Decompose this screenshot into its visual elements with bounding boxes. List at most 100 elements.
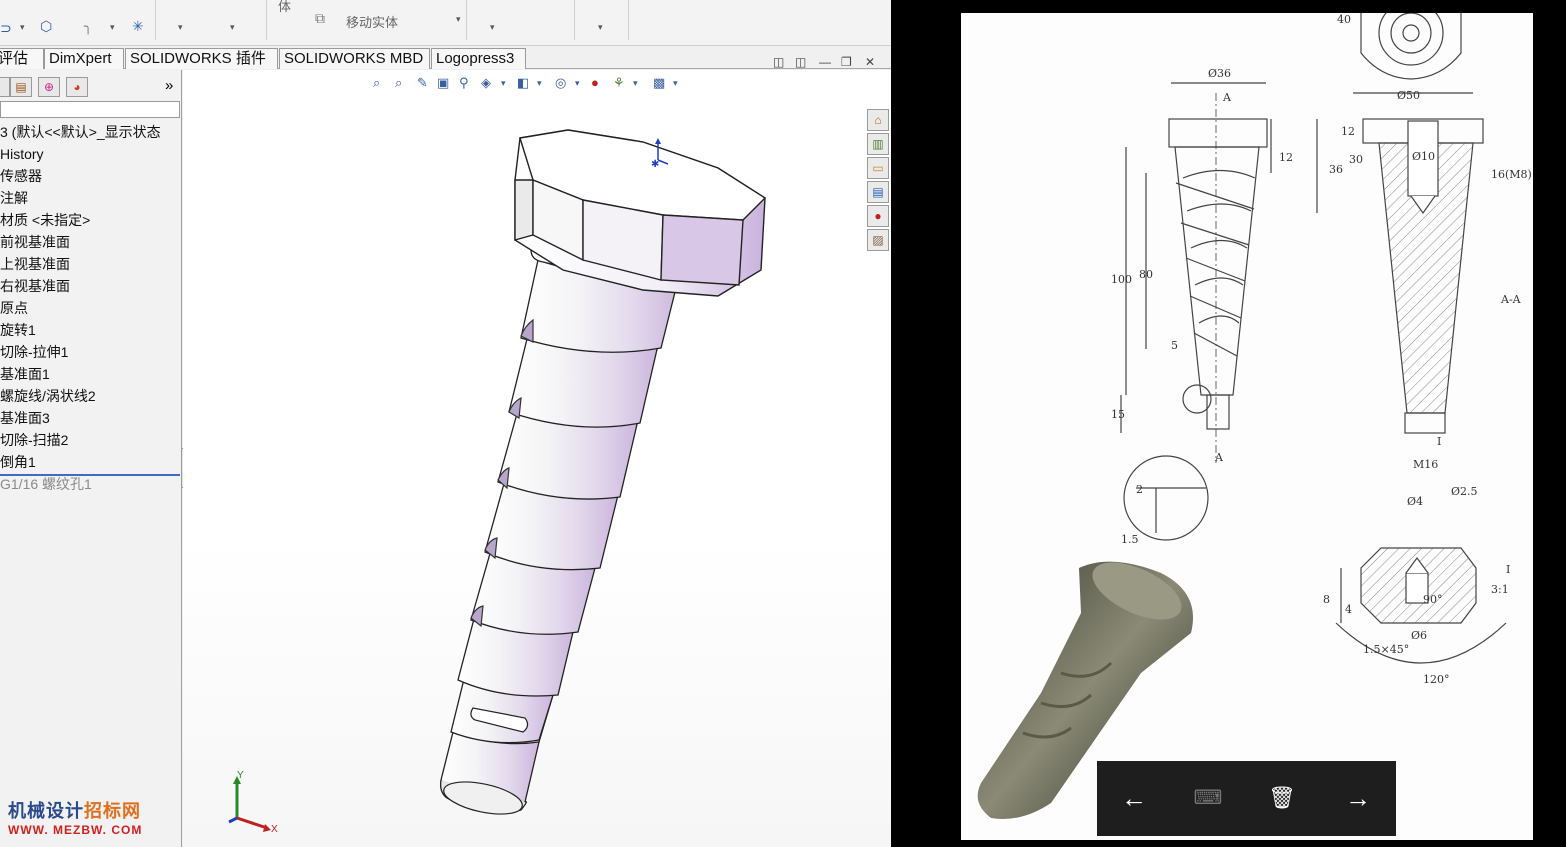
chevron-down-icon[interactable]: ▾ — [178, 22, 183, 33]
tab-logopress[interactable]: Logopress3 — [431, 48, 526, 69]
dim-text: 4 — [1345, 603, 1352, 616]
delete-icon[interactable]: 🗑 — [1267, 784, 1297, 814]
dim-text: 40 — [1337, 13, 1351, 26]
close-icon[interactable]: ✕ — [865, 55, 875, 69]
dim-text: M16 — [1413, 458, 1438, 471]
tab-dimxpert[interactable]: DimXpert — [44, 48, 124, 69]
resources-icon[interactable]: ▥ — [867, 133, 889, 155]
viewer-toolbar: ← ⌨ 🗑 → — [1097, 761, 1396, 836]
part-model[interactable]: ✱ — [413, 120, 773, 830]
fillet-icon[interactable]: ╮ — [84, 18, 92, 35]
dim-text: 5 — [1171, 339, 1178, 352]
feature-manager: ▤ ⊕ ◕ » 3 (默认<<默认>_显示状态 History 传感器 注解 材… — [0, 70, 182, 847]
tree-item-material[interactable]: 材质 <未指定> — [0, 209, 90, 231]
chevron-down-icon[interactable]: ▾ — [20, 22, 25, 33]
minimize-icon[interactable]: — — [819, 55, 831, 69]
dim-text: 12 — [1341, 125, 1355, 138]
graphics-viewport[interactable]: ⌕ ⌕ ✎ ▣ ⚲ ◈ ▾ ◧ ▾ ◎ ▾ ● ⚘ ▾ ▩ ▾ ✱ ◫ ◫ — … — [8, 55, 891, 847]
tree-item-sensors[interactable]: 传感器 — [0, 165, 42, 187]
feature-tree-tab[interactable] — [0, 77, 10, 97]
folder-icon[interactable]: ▭ — [867, 157, 889, 179]
tree-item-root[interactable]: 3 (默认<<默认>_显示状态 — [0, 121, 161, 143]
dim-text: 90° — [1423, 593, 1443, 606]
tree-item-front-plane[interactable]: 前视基准面 — [0, 231, 70, 253]
back-arrow-icon[interactable]: ← — [1119, 784, 1149, 814]
technical-drawing-photo[interactable]: Ø36 Ø50 Ø10 16(M8) 100 80 36 30 12 12 5 … — [961, 0, 1533, 840]
tree-item-origin[interactable]: 原点 — [0, 297, 28, 319]
tab-evaluate[interactable]: 评估 — [0, 48, 44, 69]
zoom-fit-icon[interactable]: ⌕ — [373, 75, 380, 91]
share-icon[interactable]: ⌨ — [1193, 784, 1223, 814]
display-style-icon[interactable]: ◧ — [517, 75, 529, 91]
tree-item-plane3[interactable]: 基准面3 — [0, 407, 50, 429]
task-pane-tabs: ⌂ ▥ ▭ ▤ ● ▨ — [867, 109, 891, 253]
tree-filter-input[interactable] — [0, 101, 180, 118]
chevron-down-icon[interactable]: ▾ — [633, 78, 638, 89]
dim-text: Ø6 — [1411, 629, 1427, 642]
dynamic-annotation-icon[interactable]: ⚲ — [459, 75, 469, 91]
dim-text: 30 — [1349, 153, 1363, 166]
tree-item-annotations[interactable]: 注解 — [0, 187, 28, 209]
hex-icon[interactable]: ⬡ — [40, 18, 52, 35]
chevron-down-icon[interactable]: ▾ — [456, 14, 461, 25]
dim-text: Ø2.5 — [1451, 485, 1478, 498]
watermark-logo: 机械设计招标网 WWW. MEZBW. COM — [8, 797, 142, 837]
tree-item-chamfer[interactable]: 倒角1 — [0, 451, 36, 473]
view-settings-icon[interactable]: ▩ — [653, 75, 665, 91]
tool-icon[interactable]: ⊃ — [0, 20, 12, 37]
chevron-down-icon[interactable]: ▾ — [537, 78, 542, 89]
dim-text: 120° — [1423, 673, 1450, 686]
scene-icon[interactable]: ⚘ — [613, 75, 625, 91]
tree-item-top-plane[interactable]: 上视基准面 — [0, 253, 70, 275]
dim-text: 1.5×45° — [1363, 643, 1409, 656]
move-body-icon[interactable]: ⧉ — [315, 10, 325, 27]
edit-appearance-icon[interactable]: ● — [591, 75, 599, 90]
dim-text: Ø36 — [1208, 67, 1231, 80]
hide-show-icon[interactable]: ◎ — [555, 75, 566, 91]
appearances-icon[interactable]: ● — [867, 205, 889, 227]
dim-text: 100 — [1111, 273, 1132, 286]
tree-item-plane1[interactable]: 基准面1 — [0, 363, 50, 385]
configuration-icon[interactable]: ⊕ — [38, 77, 60, 97]
view-orientation-icon[interactable]: ◈ — [481, 75, 491, 91]
tab-mbd[interactable]: SOLIDWORKS MBD — [279, 48, 430, 69]
chevron-down-icon[interactable]: ▾ — [490, 22, 495, 33]
command-tabs: 评估 DimXpert SOLIDWORKS 插件 SOLIDWORKS MBD… — [0, 47, 891, 69]
star-icon[interactable]: ✳ — [132, 18, 144, 35]
dim-text: A-A — [1500, 293, 1522, 306]
chevron-down-icon[interactable]: ▾ — [110, 22, 115, 33]
chevron-down-icon[interactable]: ▾ — [230, 22, 235, 33]
tile-right-icon[interactable]: ◫ — [795, 55, 806, 69]
restore-icon[interactable]: ❐ — [841, 55, 852, 69]
dim-text: 12 — [1279, 151, 1293, 164]
next-arrow-icon[interactable]: → — [1343, 784, 1373, 814]
chevron-down-icon[interactable]: ▾ — [673, 78, 678, 89]
chevron-down-icon[interactable]: ▾ — [598, 22, 603, 33]
feature-manager-toolbar: ▤ ⊕ ◕ » — [0, 77, 182, 99]
reference-triad: Y X — [228, 770, 278, 835]
home-icon[interactable]: ⌂ — [867, 109, 889, 131]
triad-x-label: X — [271, 824, 278, 835]
previous-view-icon[interactable]: ✎ — [417, 75, 428, 91]
view-palette-icon[interactable]: ▤ — [867, 181, 889, 203]
tree-item-cut-extrude[interactable]: 切除-拉伸1 — [0, 341, 68, 363]
dim-text: 3:1 — [1491, 583, 1509, 596]
dim-text: Ø50 — [1397, 89, 1420, 102]
section-view-icon[interactable]: ▣ — [437, 75, 449, 91]
tree-item-right-plane[interactable]: 右视基准面 — [0, 275, 70, 297]
move-body-label[interactable]: 移动实体 — [346, 12, 398, 31]
tree-item-tapped-hole[interactable]: G1/16 螺纹孔1 — [0, 473, 92, 495]
custom-properties-icon[interactable]: ▨ — [867, 229, 889, 251]
tree-item-helix[interactable]: 螺旋线/涡状线2 — [0, 385, 96, 407]
property-manager-icon[interactable]: ▤ — [10, 77, 32, 97]
tree-item-revolve[interactable]: 旋转1 — [0, 319, 36, 341]
zoom-area-icon[interactable]: ⌕ — [395, 75, 402, 91]
tab-addins[interactable]: SOLIDWORKS 插件 — [125, 48, 278, 69]
tile-left-icon[interactable]: ◫ — [773, 55, 784, 69]
chevron-down-icon[interactable]: ▾ — [575, 78, 580, 89]
tree-item-cut-sweep[interactable]: 切除-扫描2 — [0, 429, 68, 451]
appearance-icon[interactable]: ◕ — [66, 77, 88, 97]
chevron-down-icon[interactable]: ▾ — [501, 78, 506, 89]
expand-panel-icon[interactable]: » — [165, 77, 173, 94]
tree-item-history[interactable]: History — [0, 143, 44, 165]
